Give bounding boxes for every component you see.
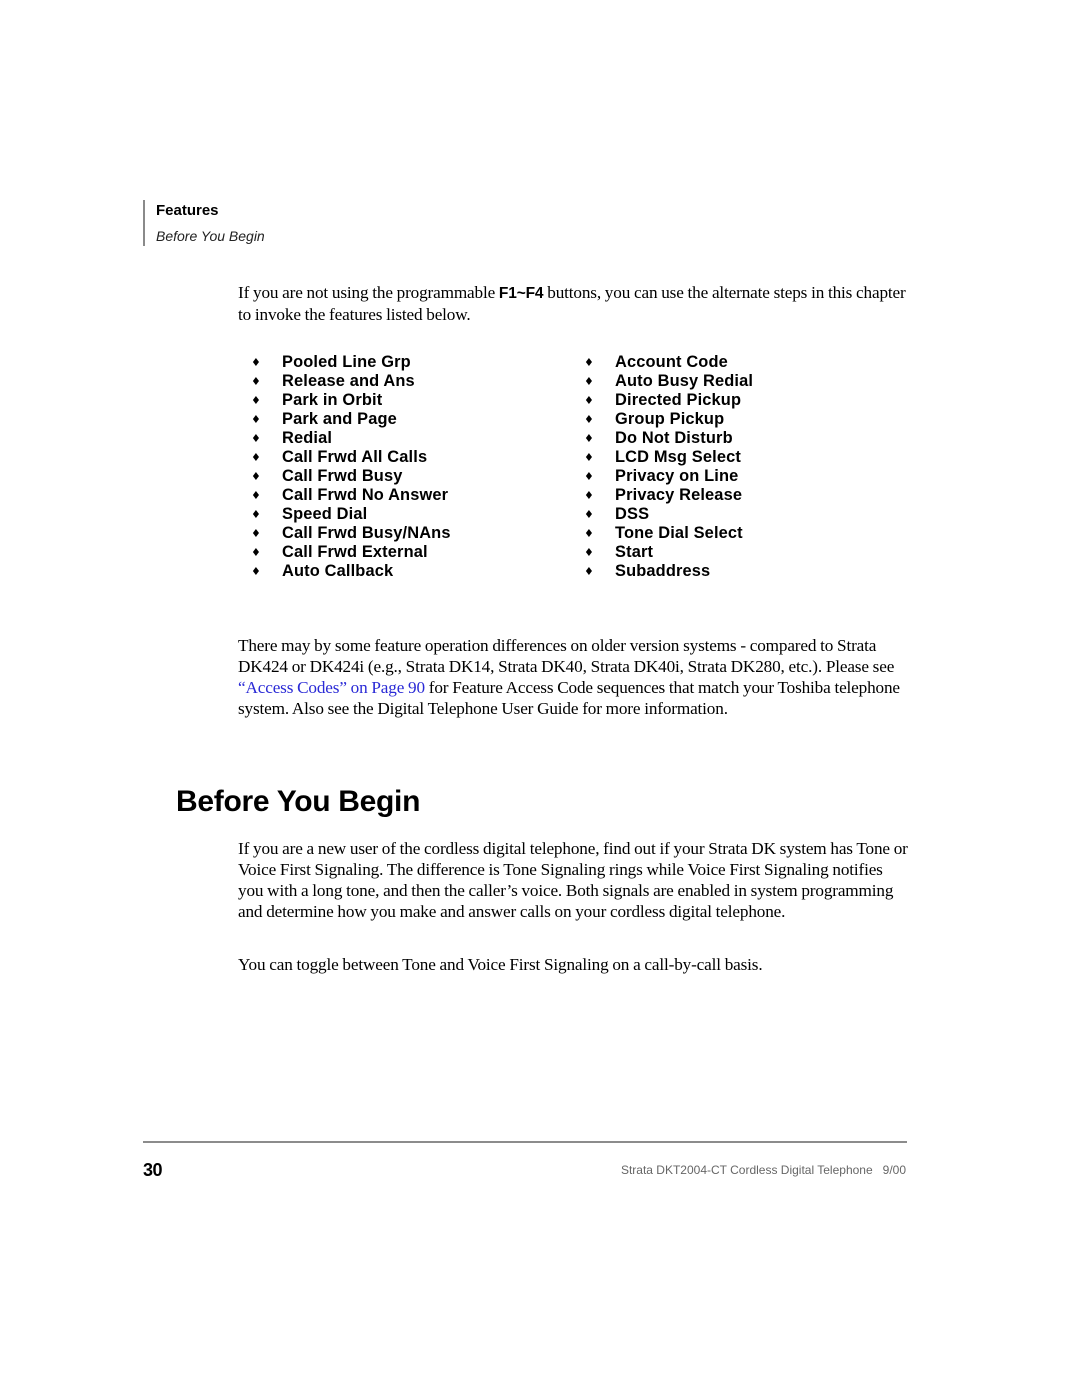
diamond-bullet-icon: ♦ [584,394,595,407]
feature-name: Call Frwd Busy/NAns [282,524,451,542]
feature-list-item: ♦ Release and Ans [250,372,583,391]
diamond-bullet-icon: ♦ [251,489,262,502]
feature-list-item: ♦ Call Frwd External [250,543,583,562]
feature-list-item: ♦ Privacy Release [583,486,913,505]
feature-name: Speed Dial [282,505,368,523]
feature-column-right: ♦ Account Code ♦ Auto Busy Redial ♦ Directed … [583,353,913,580]
intro-paragraph: If you are not using the programmable F1… [238,282,910,325]
feature-column-left: ♦ Pooled Line Grp ♦ Release and Ans ♦ Park in… [250,353,583,580]
feature-list-item: ♦ Park in Orbit [250,391,583,410]
feature-list-item: ♦ Start [583,543,913,562]
feature-name: Call Frwd Busy [282,467,403,485]
diamond-bullet-icon: ♦ [584,470,595,483]
feature-list: ♦ Pooled Line Grp ♦ Release and Ans ♦ Park in… [250,353,913,580]
feature-name: Call Frwd External [282,543,428,561]
feature-name: Redial [282,429,333,447]
new-user-paragraph: If you are a new user of the cordless di… [238,839,908,921]
running-header-section: Features [156,202,219,219]
feature-list-item: ♦ Privacy on Line [583,467,913,486]
differences-text-before: There may by some feature operation diff… [238,636,895,676]
feature-list-item: ♦ Call Frwd Busy [250,467,583,486]
diamond-bullet-icon: ♦ [584,489,595,502]
feature-list-item: ♦ DSS [583,505,913,524]
feature-list-item: ♦ Group Pickup [583,410,913,429]
function-keys: F1~F4 [498,285,544,302]
header-margin-bar [143,200,145,246]
diamond-bullet-icon: ♦ [251,527,262,540]
diamond-bullet-icon: ♦ [251,546,262,559]
diamond-bullet-icon: ♦ [584,508,595,521]
access-codes-link[interactable]: “Access Codes” on Page 90 [238,678,425,697]
feature-name: Directed Pickup [615,391,742,409]
diamond-bullet-icon: ♦ [251,394,262,407]
diamond-bullet-icon: ♦ [251,508,262,521]
feature-name: DSS [615,505,650,523]
footer-document-title: Strata DKT2004-CT Cordless Digital Telep… [620,1163,906,1177]
feature-name: Do Not Disturb [615,429,733,447]
intro-text-before: If you are not using the programmable [238,283,499,302]
feature-list-item: ♦ Subaddress [583,562,913,581]
diamond-bullet-icon: ♦ [251,375,262,388]
feature-name: Call Frwd No Answer [282,486,449,504]
diamond-bullet-icon: ♦ [584,413,595,426]
feature-list-item: ♦ LCD Msg Select [583,448,913,467]
feature-list-item: ♦ Auto Callback [250,562,583,581]
feature-name: Call Frwd All Calls [282,448,428,466]
page-number: 30 [143,1160,163,1180]
feature-list-item: ♦ Call Frwd Busy/NAns [250,524,583,543]
feature-name: Start [615,543,654,561]
feature-list-item: ♦ Directed Pickup [583,391,913,410]
feature-name: Auto Busy Redial [615,372,754,390]
differences-paragraph: There may by some feature operation diff… [238,635,910,719]
diamond-bullet-icon: ♦ [584,565,595,578]
diamond-bullet-icon: ♦ [584,546,595,559]
diamond-bullet-icon: ♦ [584,527,595,540]
diamond-bullet-icon: ♦ [251,451,262,464]
diamond-bullet-icon: ♦ [584,356,595,369]
feature-list-item: ♦ Account Code [583,353,913,372]
feature-name: Auto Callback [282,562,394,580]
diamond-bullet-icon: ♦ [584,375,595,388]
feature-list-item: ♦ Auto Busy Redial [583,372,913,391]
diamond-bullet-icon: ♦ [251,432,262,445]
feature-list-item: ♦ Tone Dial Select [583,524,913,543]
feature-list-item: ♦ Redial [250,429,583,448]
feature-list-item: ♦ Speed Dial [250,505,583,524]
diamond-bullet-icon: ♦ [251,470,262,483]
feature-name: Park in Orbit [282,391,383,409]
feature-name: Park and Page [282,410,397,428]
feature-name: Subaddress [615,562,711,580]
running-header-subsection: Before You Begin [156,228,265,244]
feature-list-item: ♦ Park and Page [250,410,583,429]
diamond-bullet-icon: ♦ [251,413,262,426]
feature-list-item: ♦ Call Frwd All Calls [250,448,583,467]
feature-name: Tone Dial Select [615,524,743,542]
feature-name: Account Code [615,353,728,371]
feature-name: Release and Ans [282,372,415,390]
diamond-bullet-icon: ♦ [584,432,595,445]
diamond-bullet-icon: ♦ [584,451,595,464]
feature-list-item: ♦ Do Not Disturb [583,429,913,448]
feature-name: Privacy on Line [615,467,739,485]
diamond-bullet-icon: ♦ [251,565,262,578]
toggle-paragraph: You can toggle between Tone and Voice Fi… [238,955,763,974]
section-heading: Before You Begin [176,785,421,818]
diamond-bullet-icon: ♦ [251,356,262,369]
footer-divider [143,1141,907,1143]
feature-name: Privacy Release [615,486,743,504]
feature-name: Pooled Line Grp [282,353,411,371]
feature-name: Group Pickup [615,410,725,428]
feature-name: LCD Msg Select [615,448,741,466]
feature-list-item: ♦ Pooled Line Grp [250,353,583,372]
feature-list-item: ♦ Call Frwd No Answer [250,486,583,505]
